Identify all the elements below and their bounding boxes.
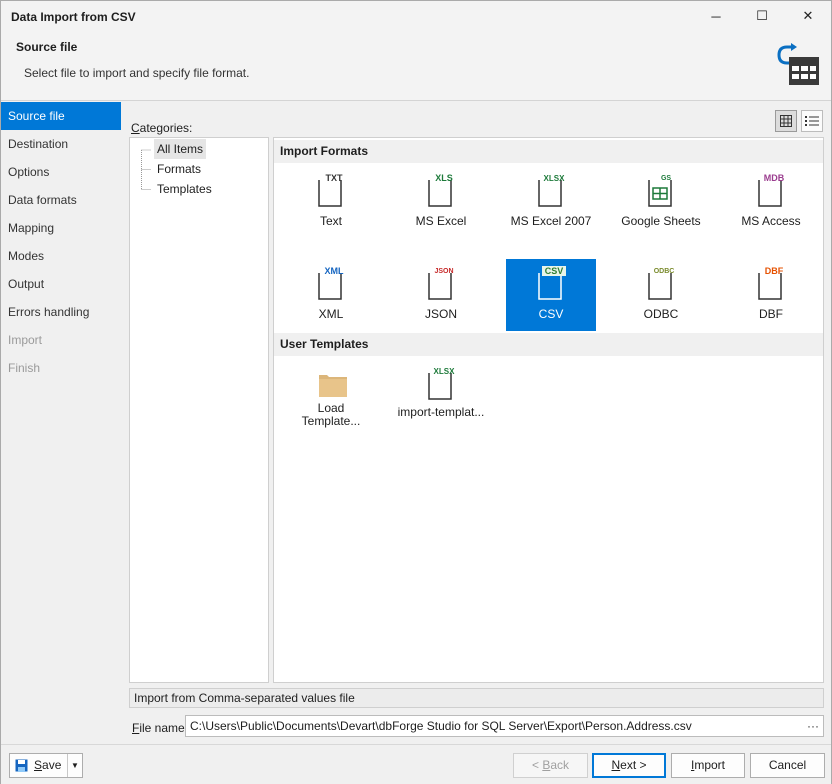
save-dropdown-arrow-icon[interactable]: ▼: [71, 754, 79, 777]
nav-item-import: Import: [8, 333, 43, 347]
import-table-icon: [777, 43, 819, 85]
format-tile-dbf[interactable]: DBF DBF: [726, 259, 816, 331]
mdb-file-icon: MDB: [758, 173, 785, 207]
page-subtitle: Select file to import and specify file f…: [24, 66, 250, 80]
file-name-field[interactable]: C:\Users\Public\Documents\Devart\dbForge…: [185, 715, 824, 737]
dbf-file-icon: DBF: [758, 266, 784, 300]
format-tile-xml[interactable]: XML XML: [286, 259, 376, 331]
format-tile-ms-excel[interactable]: XLS MS Excel: [396, 166, 486, 238]
svg-text:XLSX: XLSX: [434, 367, 456, 376]
xlsx-file-icon: XLSX: [428, 367, 456, 400]
format-tile-ms-access[interactable]: MDB MS Access: [726, 166, 816, 238]
template-name: Load Template...: [301, 401, 361, 428]
next-button[interactable]: Next >: [592, 753, 666, 778]
list-view-button[interactable]: [801, 110, 823, 132]
nav-item-mapping[interactable]: Mapping: [1, 214, 121, 242]
xls-file-icon: XLS: [428, 173, 453, 207]
title-bar: Data Import from CSV ─ ☐ ✕: [1, 1, 831, 31]
format-tile-json[interactable]: JSON JSON: [396, 259, 486, 331]
nav-item-output[interactable]: Output: [1, 270, 121, 298]
tree-item-formats[interactable]: Formats: [130, 159, 268, 179]
import-wizard-window: Data Import from CSV ─ ☐ ✕ Source file S…: [0, 0, 832, 784]
txt-file-icon: TXT: [318, 173, 344, 207]
wizard-steps-nav: Source file Destination Options Data for…: [1, 102, 121, 742]
svg-text:MDB: MDB: [764, 173, 785, 183]
nav-item-errors-handling[interactable]: Errors handling: [1, 298, 121, 326]
tree-item-templates[interactable]: Templates: [130, 179, 268, 199]
nav-item-source-file[interactable]: Source file: [1, 102, 121, 130]
split-divider: [67, 754, 68, 777]
list-icon: [805, 116, 819, 126]
wizard-header: Source file Select file to import and sp…: [1, 31, 831, 101]
svg-text:TXT: TXT: [326, 173, 344, 183]
xlsx-file-icon: XLSX: [538, 174, 566, 207]
odbc-file-icon: ODBC: [648, 268, 675, 300]
template-tile-load-template[interactable]: Load Template...: [286, 359, 376, 437]
save-button[interactable]: Save ▼: [9, 753, 83, 778]
categories-tree: All Items Formats Templates: [129, 137, 269, 683]
format-description-bar: Import from Comma-separated values file: [129, 688, 824, 708]
nav-item-data-formats[interactable]: Data formats: [1, 186, 121, 214]
wizard-footer: Save ▼ < Back Next > Import Cancel: [1, 744, 831, 784]
svg-text:XLS: XLS: [435, 173, 453, 183]
source-file-panel: Categories: All Items Formats Templates …: [121, 102, 831, 742]
csv-file-icon: CSV: [538, 266, 566, 300]
svg-text:CSV: CSV: [545, 266, 564, 276]
save-label: Save: [34, 758, 62, 772]
grid-icon: [780, 115, 792, 127]
back-button: < Back: [513, 753, 588, 778]
floppy-disk-icon: [15, 759, 28, 772]
svg-text:JSON: JSON: [434, 268, 453, 275]
svg-text:GS: GS: [661, 175, 671, 182]
window-title: Data Import from CSV: [11, 10, 136, 24]
nav-item-options[interactable]: Options: [1, 158, 121, 186]
close-button[interactable]: ✕: [785, 1, 831, 31]
tree-item-all-items[interactable]: All Items: [130, 139, 268, 159]
xml-file-icon: XML: [318, 266, 345, 300]
folder-icon: [319, 375, 347, 397]
file-name-label: File name:: [132, 721, 189, 735]
file-name-value: C:\Users\Public\Documents\Devart\dbForge…: [190, 719, 692, 733]
svg-text:XML: XML: [325, 266, 345, 276]
format-gallery: Import Formats TXT Text XLS MS Excel XLS…: [273, 137, 824, 683]
template-tile-import-template[interactable]: XLSX import-templat...: [396, 359, 486, 431]
user-templates-group-header: User Templates: [274, 333, 823, 356]
maximize-button[interactable]: ☐: [739, 1, 785, 31]
svg-text:ODBC: ODBC: [654, 268, 675, 275]
nav-item-modes[interactable]: Modes: [1, 242, 121, 270]
minimize-button[interactable]: ─: [693, 1, 739, 31]
cancel-button[interactable]: Cancel: [750, 753, 825, 778]
categories-label: Categories:: [131, 121, 193, 135]
browse-button[interactable]: ···: [807, 716, 819, 736]
nav-item-destination[interactable]: Destination: [1, 130, 121, 158]
format-tile-odbc[interactable]: ODBC ODBC: [616, 259, 706, 331]
import-formats-group-header: Import Formats: [274, 140, 823, 163]
json-file-icon: JSON: [428, 268, 454, 300]
format-tile-csv[interactable]: CSV CSV: [506, 259, 596, 331]
svg-text:XLSX: XLSX: [544, 174, 566, 183]
format-tile-ms-excel-2007[interactable]: XLSX MS Excel 2007: [506, 166, 596, 238]
large-icons-view-button[interactable]: [775, 110, 797, 132]
page-title: Source file: [16, 40, 78, 54]
import-button[interactable]: Import: [671, 753, 745, 778]
nav-item-finish: Finish: [8, 361, 41, 375]
format-tile-text[interactable]: TXT Text: [286, 166, 376, 238]
google-sheets-file-icon: GS: [648, 175, 672, 207]
svg-text:DBF: DBF: [765, 266, 784, 276]
format-tile-google-sheets[interactable]: GS Google Sheets: [616, 166, 706, 238]
